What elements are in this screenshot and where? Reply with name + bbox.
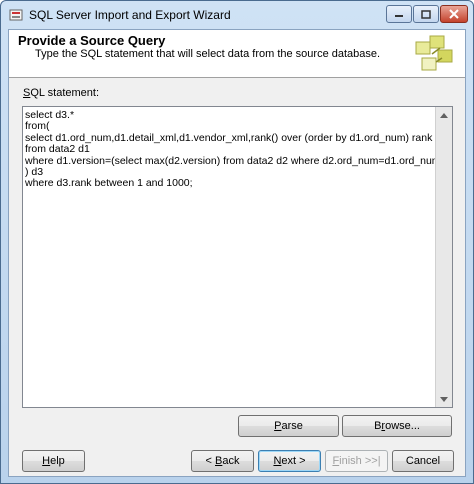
browse-button-pre: B <box>374 420 382 432</box>
scroll-down-icon <box>440 396 448 402</box>
finish-button[interactable]: Finish >>| <box>325 450 388 472</box>
back-button-pre: < <box>205 455 215 467</box>
close-button[interactable] <box>440 5 468 23</box>
browse-button-post: owse... <box>385 420 420 432</box>
title-bar[interactable]: SQL Server Import and Export Wizard <box>1 1 473 29</box>
page-title: Provide a Source Query <box>18 33 166 48</box>
sql-statement-text[interactable]: select d3.* from( select d1.ord_num,d1.d… <box>25 109 444 190</box>
parse-button-label: arse <box>281 420 303 432</box>
next-button[interactable]: Next > <box>258 450 321 472</box>
back-button[interactable]: < Back <box>191 450 254 472</box>
cancel-button[interactable]: Cancel <box>392 450 454 472</box>
help-button[interactable]: Help <box>22 450 85 472</box>
wizard-client-area: Provide a Source Query Type the SQL stat… <box>8 29 466 477</box>
scroll-down-arrow[interactable] <box>436 391 452 407</box>
sql-statement-label: SQL statement: <box>23 87 99 99</box>
window-title: SQL Server Import and Export Wizard <box>29 8 231 22</box>
sql-vertical-scrollbar[interactable] <box>435 107 452 407</box>
sql-label-rest: QL statement: <box>30 87 100 99</box>
finish-button-label: inish >>| <box>339 455 381 467</box>
help-button-hotkey: H <box>42 455 51 467</box>
maximize-button[interactable] <box>413 5 439 23</box>
wizard-window: SQL Server Import and Export Wizard Prov… <box>0 0 474 484</box>
back-button-label: ack <box>222 455 240 467</box>
sql-statement-textbox[interactable]: select d3.* from( select d1.ord_num,d1.d… <box>22 106 453 408</box>
minimize-icon <box>395 15 403 17</box>
minimize-button[interactable] <box>386 5 412 23</box>
parse-button-hotkey: P <box>274 420 282 432</box>
finish-button-hotkey: F <box>332 455 340 467</box>
wizard-header: Provide a Source Query Type the SQL stat… <box>9 30 465 78</box>
back-button-hotkey: B <box>215 455 223 467</box>
scroll-up-icon <box>440 112 448 118</box>
next-button-label: ext > <box>281 455 306 467</box>
next-button-hotkey: N <box>273 455 282 467</box>
help-button-label: elp <box>50 455 65 467</box>
browse-button[interactable]: Br owse... <box>342 415 452 437</box>
page-subtitle: Type the SQL statement that will select … <box>35 48 381 60</box>
sql-server-app-icon <box>9 9 23 21</box>
parse-button[interactable]: Parse <box>238 415 339 437</box>
scroll-up-arrow[interactable] <box>436 107 452 123</box>
maximize-icon <box>421 9 431 19</box>
wizard-banner-icon <box>412 32 460 74</box>
close-icon <box>449 9 459 19</box>
